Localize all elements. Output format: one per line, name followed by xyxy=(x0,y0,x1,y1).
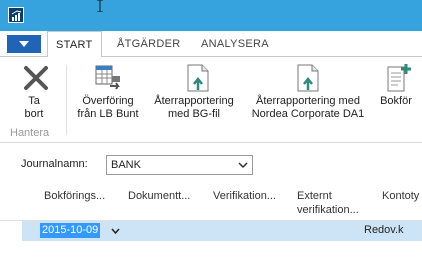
delete-button-label: Ta bort xyxy=(24,95,44,120)
column-header-account-type[interactable]: Kontoty xyxy=(382,189,419,203)
report-nordea-label: Återrapportering med Nordea Corporate DA… xyxy=(251,95,365,120)
column-header-document-type[interactable]: Dokumentt... xyxy=(128,189,190,203)
transfer-lb-bunt-button[interactable]: Överföring från LB Bunt xyxy=(72,57,144,127)
ribbon-separator xyxy=(66,65,67,135)
app-icon xyxy=(8,7,24,23)
journal-name-select[interactable]: BANK xyxy=(106,155,253,175)
transfer-table-icon xyxy=(95,65,120,90)
delete-x-icon xyxy=(24,66,48,90)
chevron-down-icon xyxy=(19,41,29,47)
tab-start[interactable]: START xyxy=(47,31,102,58)
ribbon-group-label: Hantera xyxy=(10,127,50,139)
title-bar xyxy=(0,0,422,31)
column-header-external-document-no[interactable]: Externt verifikation... xyxy=(297,189,359,217)
chevron-down-icon xyxy=(238,162,248,169)
tab-atgarder[interactable]: ÅTGÄRDER xyxy=(109,31,189,57)
report-bg-file-button[interactable]: Återrapportering med BG-fil xyxy=(146,57,242,127)
account-type-cell[interactable]: Redov.k xyxy=(364,224,404,236)
ribbon-tab-bar: START ÅTGÄRDER ANALYSERA xyxy=(0,31,422,58)
chevron-down-icon[interactable] xyxy=(111,228,120,234)
journal-name-value: BANK xyxy=(111,159,141,171)
table-row[interactable]: 2015-10-09 Redov.k xyxy=(22,221,422,241)
journal-name-label: Journalnamn: xyxy=(21,158,88,170)
ribbon: Ta bort Överföring från LB Bunt Återrapp… xyxy=(0,57,422,143)
column-header-posting-date[interactable]: Bokförings... xyxy=(44,189,105,203)
text-cursor-icon xyxy=(97,0,103,12)
tab-analysera[interactable]: ANALYSERA xyxy=(193,31,277,57)
grid-header: Bokförings... Dokumentt... Verifikation.… xyxy=(0,181,422,221)
application-menu-button[interactable] xyxy=(7,35,41,53)
row-gutter xyxy=(0,221,22,241)
post-button-label: Bokför xyxy=(380,95,412,107)
delete-button[interactable]: Ta bort xyxy=(0,57,68,127)
post-button[interactable]: Bokför xyxy=(374,57,418,127)
document-arrow-icon xyxy=(297,64,319,92)
post-document-icon xyxy=(387,64,411,92)
transfer-lb-bunt-label: Överföring från LB Bunt xyxy=(77,95,139,120)
report-bg-file-label: Återrapportering med BG-fil xyxy=(154,95,234,120)
document-arrow-icon xyxy=(187,64,209,92)
report-nordea-button[interactable]: Återrapportering med Nordea Corporate DA… xyxy=(244,57,372,127)
column-header-document-no[interactable]: Verifikation... xyxy=(213,189,276,203)
posting-date-input[interactable]: 2015-10-09 xyxy=(40,223,101,238)
